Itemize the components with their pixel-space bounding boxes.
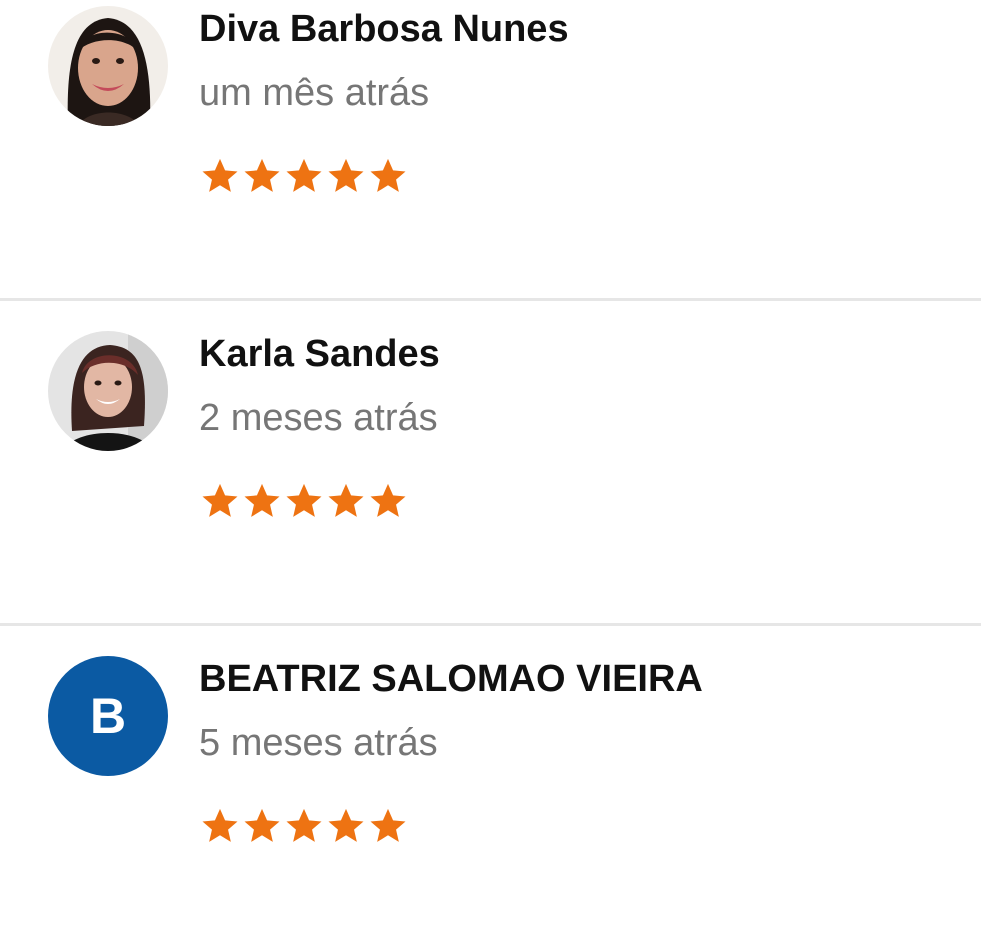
star-icon: [244, 808, 280, 842]
divider: [0, 298, 981, 301]
avatar-letter: B: [89, 688, 127, 744]
avatar-initial[interactable]: B: [48, 656, 168, 776]
star-icon: [202, 808, 238, 842]
user-photo-icon: [48, 331, 168, 451]
reviewer-name[interactable]: BEATRIZ SALOMAO VIEIRA: [199, 658, 703, 701]
star-icon: [286, 808, 322, 842]
star-rating: [199, 480, 409, 522]
star-icon: [370, 158, 406, 192]
review-item: Diva Barbosa Nunes um mês atrás: [0, 0, 981, 317]
user-photo-icon: [48, 6, 168, 126]
star-rating: [199, 805, 409, 847]
divider: [0, 623, 981, 626]
star-icon: [370, 808, 406, 842]
star-icon: [244, 483, 280, 517]
avatar[interactable]: [48, 331, 168, 451]
review-list: Diva Barbosa Nunes um mês atrás Karla Sa…: [0, 0, 981, 945]
reviewer-name[interactable]: Diva Barbosa Nunes: [199, 8, 569, 51]
review-time: 5 meses atrás: [199, 722, 438, 764]
star-icon: [286, 483, 322, 517]
star-icon: [244, 158, 280, 192]
star-icon: [202, 158, 238, 192]
star-icon: [370, 483, 406, 517]
star-icon: [328, 483, 364, 517]
star-icon: [328, 808, 364, 842]
review-item: Karla Sandes 2 meses atrás: [0, 317, 981, 642]
review-time: 2 meses atrás: [199, 397, 438, 439]
star-icon: [286, 158, 322, 192]
review-item: B BEATRIZ SALOMAO VIEIRA 5 meses atrás: [0, 642, 981, 945]
review-time: um mês atrás: [199, 72, 430, 114]
avatar[interactable]: [48, 6, 168, 126]
star-rating: [199, 155, 409, 197]
star-icon: [202, 483, 238, 517]
reviewer-name[interactable]: Karla Sandes: [199, 333, 440, 376]
star-icon: [328, 158, 364, 192]
